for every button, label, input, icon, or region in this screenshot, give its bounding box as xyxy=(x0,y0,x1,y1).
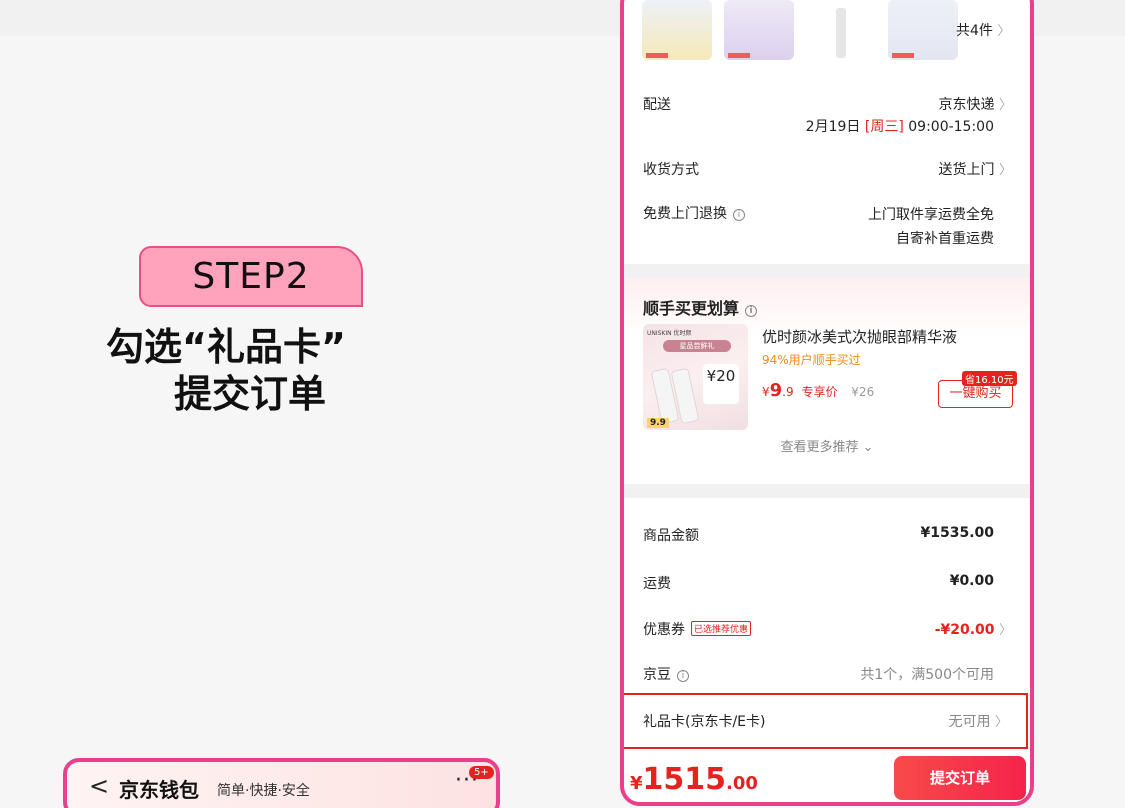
chevron-right-icon: 〉 xyxy=(998,98,1012,113)
delivery-window: 09:00-15:00 xyxy=(908,119,994,135)
total-dec: .00 xyxy=(726,773,758,794)
delivery-weekday: [周三] xyxy=(864,119,904,135)
product-thumb[interactable] xyxy=(642,0,712,60)
delivery-date: 2月19日 xyxy=(805,119,861,135)
price-int: 9 xyxy=(769,380,783,401)
chevron-right-icon: 〉 xyxy=(998,623,1012,638)
returns-line-2: 自寄补首重运费 xyxy=(896,231,994,247)
gift-card-status: 无可用 xyxy=(948,714,991,730)
returns-info: 上门取件享运费全免 自寄补首重运费 xyxy=(868,203,994,251)
image-coupon: ¥20 xyxy=(703,364,739,404)
wallet-card[interactable]: < 京东钱包 简单·快捷·安全 ··· 5+ xyxy=(63,758,500,808)
price-tag: 专享价 xyxy=(801,385,838,399)
jd-beans-label: 京豆 i xyxy=(643,664,689,684)
step-caption: 勾选“礼品卡” 提交订单 xyxy=(100,324,420,418)
coupon-label: 优惠券 已选推荐优惠 xyxy=(643,619,752,639)
upsell-product-image[interactable]: UNISKIN 优时颜 星品尝鲜礼 ¥20 9.9 xyxy=(643,324,748,430)
coupon-discount: -¥20.00 xyxy=(934,622,995,638)
receive-value: 送货上门 xyxy=(938,162,995,178)
info-icon[interactable]: i xyxy=(745,305,758,317)
gift-card-value: 无可用 〉 xyxy=(949,711,1008,731)
notification-badge: 5+ xyxy=(469,766,494,779)
item-count[interactable]: 共4件 〉 xyxy=(956,20,1010,40)
goods-amount-label: 商品金额 xyxy=(643,528,699,544)
receive-label: 收货方式 xyxy=(643,162,699,178)
caption-line-2: 提交订单 xyxy=(174,372,327,416)
more-recommendations-link[interactable]: 查看更多推荐 ⌄ xyxy=(624,436,1030,455)
item-count-text: 共4件 xyxy=(956,23,993,39)
save-badge: 省16.10元 xyxy=(962,371,1017,386)
caption-line-1: 勾选“礼品卡” xyxy=(106,325,346,369)
receive-method[interactable]: 送货上门 〉 xyxy=(939,159,1012,179)
delivery-time: 2月19日 [周三] 09:00-15:00 xyxy=(806,116,994,136)
upsell-heading-text: 顺手买更划算 xyxy=(643,299,740,318)
info-icon[interactable]: i xyxy=(733,209,745,221)
total-currency: ¥ xyxy=(630,773,643,794)
upsell-title[interactable]: 优时颜冰美式次抛眼部精华液 xyxy=(762,326,957,347)
upsell-heading: 顺手买更划算 i xyxy=(643,295,758,319)
wallet-title: 京东钱包 xyxy=(119,778,199,802)
product-thumb[interactable] xyxy=(724,0,794,60)
coupon-value[interactable]: -¥20.00 〉 xyxy=(935,619,1012,638)
price-dec: .9 xyxy=(782,385,794,399)
coupon-selected-tag: 已选推荐优惠 xyxy=(691,621,752,636)
carrier-text: 京东快递 xyxy=(938,97,995,113)
delivery-label: 配送 xyxy=(643,97,671,113)
image-promo-pill: 星品尝鲜礼 xyxy=(663,340,731,352)
upsell-price: ¥9.9 专享价 ¥26 xyxy=(762,380,874,401)
total-int: 1515 xyxy=(642,762,727,797)
section-divider xyxy=(624,264,1030,278)
image-price: 9.9 xyxy=(647,418,669,428)
chevron-right-icon: 〉 xyxy=(997,24,1011,39)
currency-symbol: ¥ xyxy=(762,385,770,399)
upsell-hint: 94%用户顺手买过 xyxy=(762,353,861,367)
chevron-right-icon: 〉 xyxy=(998,163,1012,178)
back-arrow-icon[interactable]: < xyxy=(89,772,109,800)
shipping-label: 运费 xyxy=(643,576,671,592)
product-thumb[interactable] xyxy=(806,0,876,60)
gift-card-label: 礼品卡(京东卡/E卡) xyxy=(643,714,766,730)
returns-label-text: 免费上门退换 xyxy=(643,206,727,222)
info-icon[interactable]: i xyxy=(677,670,689,682)
upsell-section: 顺手买更划算 i UNISKIN 优时颜 星品尝鲜礼 ¥20 9.9 优时颜冰美式… xyxy=(624,278,1030,484)
original-price: ¥26 xyxy=(851,385,875,399)
submit-order-button[interactable]: 提交订单 xyxy=(894,756,1026,800)
returns-line-1: 上门取件享运费全免 xyxy=(868,207,994,223)
returns-label[interactable]: 免费上门退换 i xyxy=(643,203,745,223)
goods-amount-value: ¥1535.00 xyxy=(920,525,994,541)
chevron-right-icon: 〉 xyxy=(994,715,1008,730)
order-total: ¥1515.00 xyxy=(630,762,758,797)
jd-beans-value: 共1个，满500个可用 xyxy=(860,667,994,683)
product-thumb[interactable] xyxy=(888,0,958,60)
wallet-subtitle: 简单·快捷·安全 xyxy=(217,783,310,799)
beans-label-text: 京豆 xyxy=(643,667,671,683)
step-badge: STEP2 xyxy=(139,246,363,307)
shipping-value: ¥0.00 xyxy=(949,573,994,589)
coupon-label-text: 优惠券 xyxy=(643,622,685,638)
gift-card-row[interactable]: 礼品卡(京东卡/E卡) 无可用 〉 xyxy=(624,693,1028,749)
delivery-carrier[interactable]: 京东快递 〉 xyxy=(939,94,1012,114)
section-divider xyxy=(624,484,1030,498)
order-panel: 共4件 〉 配送 京东快递 〉 2月19日 [周三] 09:00-15:00 收… xyxy=(620,0,1034,806)
product-thumbnails[interactable] xyxy=(642,0,1002,64)
image-brand: UNISKIN 优时颜 xyxy=(647,330,692,337)
